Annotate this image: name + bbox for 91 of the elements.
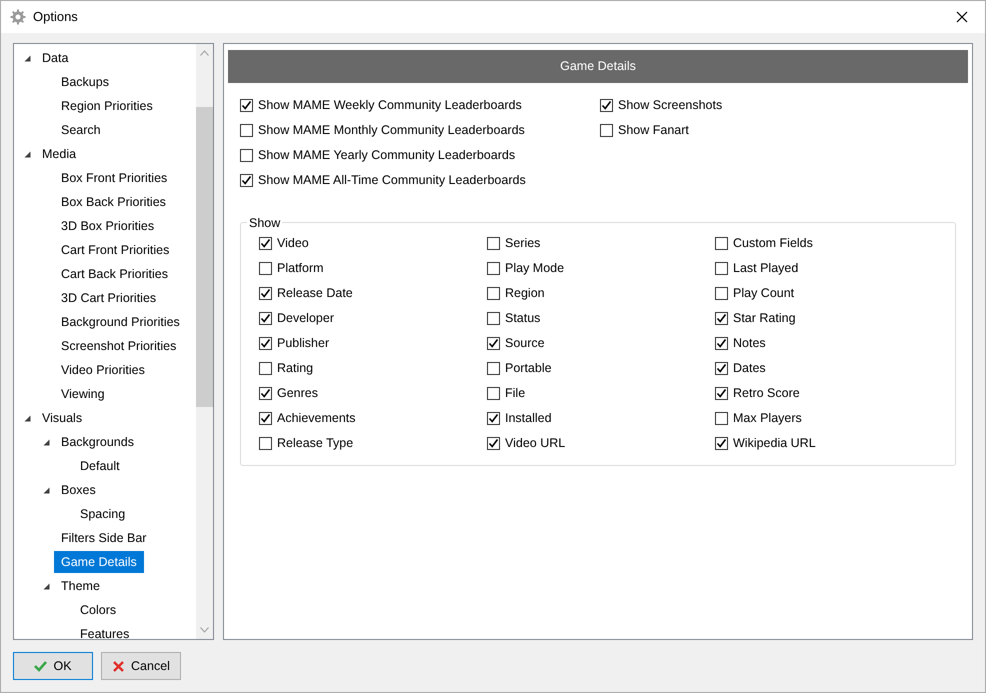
tree-item[interactable]: 3D Box Priorities [54,214,162,238]
tree-item[interactable]: Cart Front Priorities [54,238,176,262]
expander-icon[interactable] [24,54,30,62]
check-icon [488,338,499,349]
check-icon [716,388,727,399]
checkbox[interactable]: Show Screenshots [600,93,722,118]
window-title: Options [33,8,79,26]
checkbox[interactable]: File [487,381,715,406]
scrollbar[interactable] [196,44,213,639]
checkbox[interactable]: Portable [487,356,715,381]
cross-icon [112,660,126,672]
tree-item[interactable]: Spacing [73,502,132,526]
check-icon [716,313,727,324]
tree-item[interactable]: Box Front Priorities [54,166,174,190]
expander-icon[interactable] [24,150,30,158]
checkbox[interactable]: Star Rating [715,306,943,331]
checkbox[interactable]: Dates [715,356,943,381]
checkbox[interactable]: Genres [259,381,487,406]
tree-item[interactable]: Cart Back Priorities [54,262,175,286]
tree-item[interactable]: Search [54,118,108,142]
check-icon [241,175,252,186]
tree-item[interactable]: Backgrounds [54,430,141,454]
check-icon [716,438,727,449]
checkbox[interactable]: Source [487,331,715,356]
tree-item[interactable]: Screenshot Priorities [54,334,184,358]
checkbox[interactable]: Region [487,281,715,306]
checkbox[interactable]: Notes [715,331,943,356]
checkbox[interactable]: Wikipedia URL [715,431,943,456]
check-icon [260,413,271,424]
expander-icon[interactable] [24,414,30,422]
checkbox[interactable]: Rating [259,356,487,381]
scroll-thumb[interactable] [196,107,213,407]
tree-item[interactable]: Theme [54,574,107,598]
tree-item[interactable]: Background Priorities [54,310,187,334]
tree-item[interactable]: Filters Side Bar [54,526,154,550]
tree-item[interactable]: Visuals [35,406,90,430]
checkbox[interactable]: Show MAME All-Time Community Leaderboards [240,168,600,193]
check-icon [260,313,271,324]
check-icon [601,100,612,111]
checkbox[interactable]: Video [259,231,487,256]
check-icon [260,238,271,249]
check-icon [716,363,727,374]
tree-item[interactable]: Region Priorities [54,94,160,118]
checkbox[interactable]: Release Date [259,281,487,306]
checkbox[interactable]: Show MAME Weekly Community Leaderboards [240,93,600,118]
checkbox[interactable]: Max Players [715,406,943,431]
checkbox[interactable]: Play Count [715,281,943,306]
expander-icon[interactable] [42,438,50,446]
check-icon [260,338,271,349]
checkbox[interactable]: Retro Score [715,381,943,406]
checkbox[interactable]: Status [487,306,715,331]
checkbox[interactable]: Installed [487,406,715,431]
ok-button[interactable]: OK [13,652,93,680]
tree-item[interactable]: Data [35,46,76,70]
check-icon [716,338,727,349]
check-icon [260,388,271,399]
check-icon [488,438,499,449]
tree-item[interactable]: Backups [54,70,116,94]
panel-header: Game Details [228,50,968,83]
check-icon [488,413,499,424]
checkbox[interactable]: Last Played [715,256,943,281]
checkbox[interactable]: Custom Fields [715,231,943,256]
tree-item[interactable]: Features [73,622,136,639]
checkbox[interactable]: Show Fanart [600,118,722,143]
check-icon [241,100,252,111]
check-icon [260,288,271,299]
close-icon[interactable] [956,11,968,23]
expander-icon[interactable] [42,486,50,494]
cancel-button[interactable]: Cancel [101,652,181,680]
checkbox[interactable]: Video URL [487,431,715,456]
checkbox[interactable]: Platform [259,256,487,281]
checkbox[interactable]: Play Mode [487,256,715,281]
checkbox[interactable]: Achievements [259,406,487,431]
checkbox[interactable]: Developer [259,306,487,331]
tree-item[interactable]: Box Back Priorities [54,190,173,214]
tree-item[interactable]: Default [73,454,127,478]
checkbox[interactable]: Show MAME Monthly Community Leaderboards [240,118,600,143]
tree-item[interactable]: Game Details [54,550,144,574]
tree-item[interactable]: Viewing [54,382,112,406]
checkbox[interactable]: Series [487,231,715,256]
tree-item[interactable]: Boxes [54,478,103,502]
checkbox[interactable]: Publisher [259,331,487,356]
gear-icon [10,9,26,25]
expander-icon[interactable] [42,582,50,590]
checkbox[interactable]: Show MAME Yearly Community Leaderboards [240,143,600,168]
check-icon [34,660,48,672]
checkbox[interactable]: Release Type [259,431,487,456]
tree-item[interactable]: 3D Cart Priorities [54,286,164,310]
tree-item[interactable]: Video Priorities [54,358,152,382]
tree-item[interactable]: Media [35,142,84,166]
tree-item[interactable]: Colors [73,598,124,622]
